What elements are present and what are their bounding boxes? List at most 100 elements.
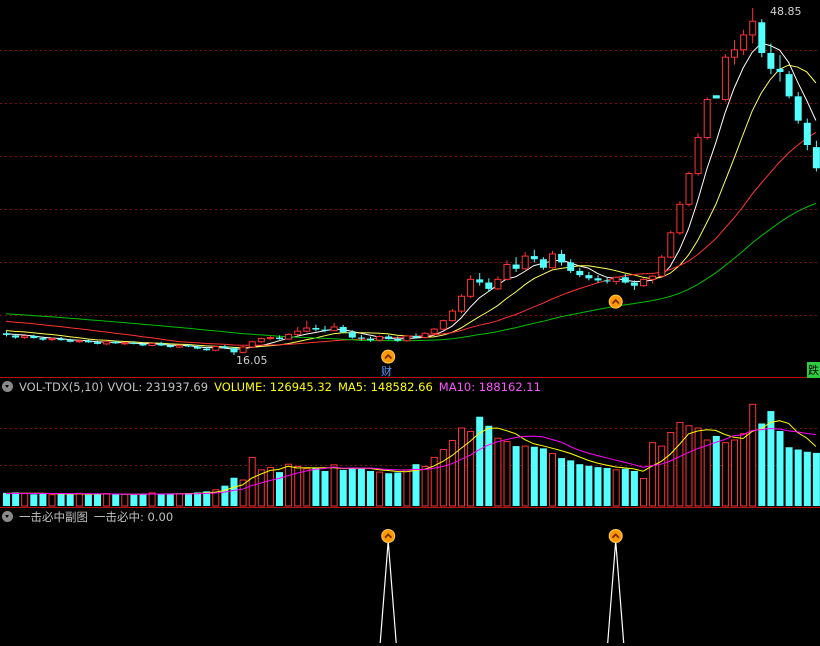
volume-bar (640, 477, 647, 507)
volume-bar (667, 432, 675, 507)
candle-body (458, 295, 465, 312)
volume-bar (48, 494, 56, 507)
stock-chart (0, 8, 820, 644)
volume-bar (740, 433, 748, 507)
candle-body (658, 256, 666, 277)
candle-body (367, 338, 374, 341)
volume-panel-title[interactable]: VOL-TDX(5,10) (19, 380, 103, 394)
candle-body (257, 338, 265, 343)
candle-body (75, 340, 83, 343)
candle-body (376, 335, 384, 341)
candle-body (421, 332, 429, 339)
candle-body (430, 328, 438, 334)
volume-bar (303, 468, 311, 507)
signal-panel-header: 一击必中副图 一击必中: 0.00 (0, 509, 179, 525)
volume-bar (712, 435, 720, 506)
side-tag[interactable]: 跌 (807, 362, 820, 378)
candle-body (203, 348, 211, 351)
volume-bar (75, 492, 83, 507)
signal-buy-marker (381, 529, 396, 543)
candle-body (248, 341, 256, 348)
candle-body (239, 346, 247, 353)
candle-body (749, 20, 757, 36)
candle-body (30, 335, 38, 339)
volume-bar (476, 416, 484, 506)
signal-spike (379, 540, 397, 644)
candle-body (439, 320, 447, 330)
volume-bar (357, 468, 365, 506)
ma5-line (5, 42, 817, 350)
candle-body (121, 342, 129, 345)
candle-body (357, 337, 365, 339)
volume-bar (339, 469, 347, 506)
volume-bar (84, 494, 92, 506)
signal-buy-marker (608, 529, 623, 543)
volume-bar (194, 492, 202, 506)
candle-body (485, 282, 493, 289)
candle-body (712, 95, 720, 99)
candle-body (48, 338, 56, 341)
volume-ma5-line (5, 420, 817, 495)
candle-body (57, 338, 65, 341)
candle-body (785, 74, 793, 97)
candle-body (558, 253, 566, 263)
candle-body (112, 341, 120, 344)
volume-value: VOLUME: 126945.32 (214, 380, 332, 394)
volume-bar (512, 446, 520, 506)
candle-body (576, 270, 584, 276)
volume-bar (403, 469, 411, 507)
volume-bar (421, 465, 429, 507)
volume-bar (348, 467, 356, 506)
candle-body (312, 328, 320, 330)
volume-bar (621, 468, 629, 506)
volume-bar (385, 473, 393, 506)
candle-body (103, 341, 111, 345)
volume-bar (603, 468, 611, 506)
candle-body (12, 335, 20, 338)
volume-bar (549, 453, 556, 507)
volume-bar (66, 494, 74, 506)
candle-body (521, 255, 529, 270)
candle-body (330, 326, 338, 332)
candle-body (767, 52, 775, 69)
candle-body (585, 275, 593, 279)
volume-bar (612, 469, 620, 507)
volume-bar (721, 442, 729, 507)
signal-panel-title[interactable]: 一击必中副图 (19, 510, 88, 524)
candle-body (285, 333, 293, 340)
candle-body (303, 327, 311, 332)
volume-bar (175, 493, 183, 507)
candle-body (621, 277, 629, 283)
volume-bar (658, 445, 666, 507)
volume-bar (767, 411, 775, 506)
volume-bar (676, 421, 684, 507)
candle-body (339, 326, 347, 333)
candle-body (130, 342, 138, 344)
signal-value: 一击必中: 0.00 (94, 510, 174, 524)
candle-body (731, 49, 738, 58)
candle-body (294, 330, 302, 335)
price-max-label: 48.85 (770, 5, 802, 18)
volume-bar (3, 492, 10, 506)
candle-body (212, 346, 220, 351)
volume-ma10-line (5, 427, 816, 495)
finance-tag[interactable]: 财 (381, 363, 392, 379)
candle-body (476, 279, 484, 283)
volume-bar (494, 437, 502, 507)
grid-lines (0, 50, 820, 466)
candle-body (721, 56, 729, 101)
volume-bar (812, 452, 820, 506)
volume-bar (585, 465, 593, 506)
volume-bar (685, 425, 693, 507)
volume-bar (749, 403, 757, 507)
candle-body (403, 335, 411, 342)
volume-bar (166, 493, 174, 506)
candle-body (703, 99, 711, 139)
candle-body (139, 343, 147, 346)
chevron-down-icon[interactable] (2, 511, 13, 522)
volume-bar (394, 472, 402, 506)
volume-bar (776, 430, 784, 506)
chevron-down-icon[interactable] (2, 381, 13, 392)
candle-body (185, 345, 192, 347)
candle-body (412, 335, 420, 338)
